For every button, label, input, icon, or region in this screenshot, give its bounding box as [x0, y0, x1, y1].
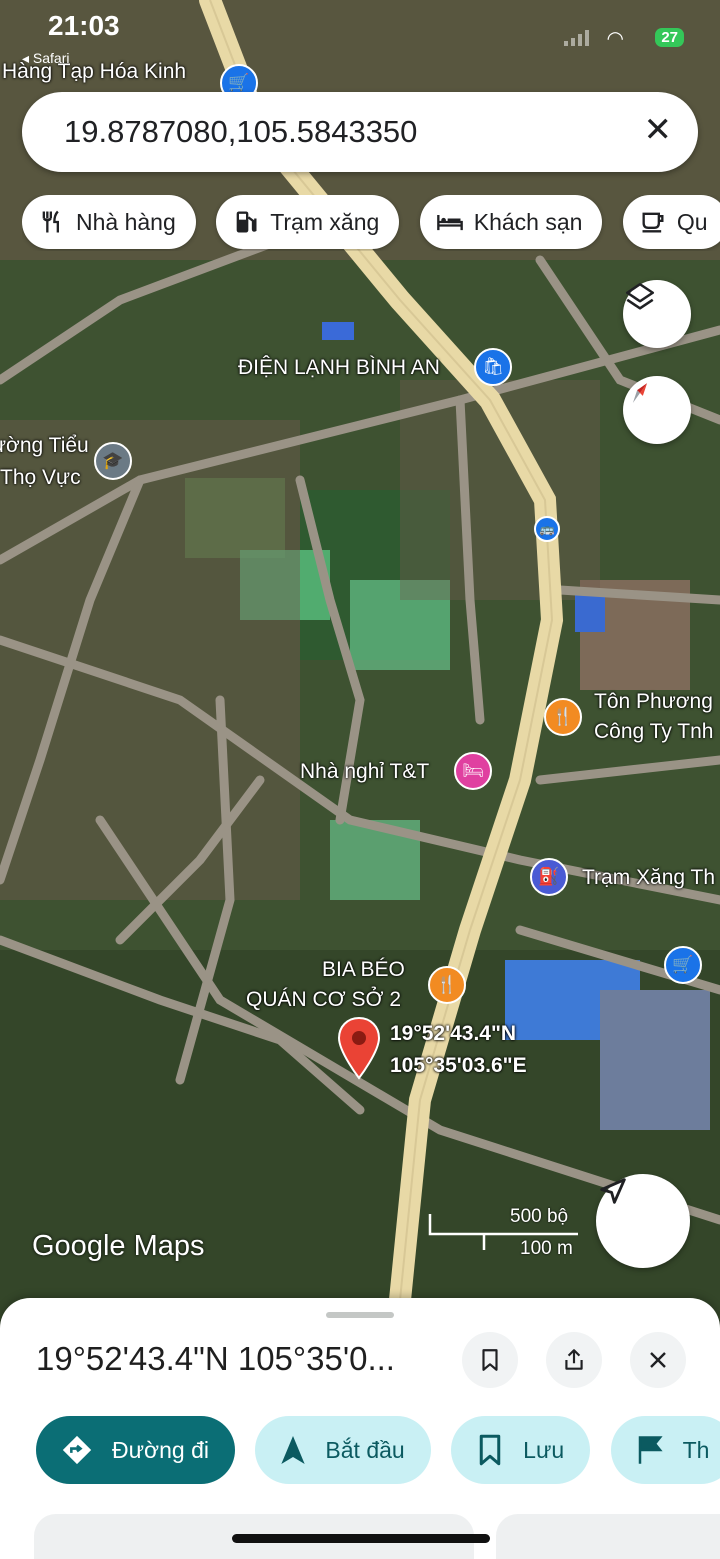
- map-label-ton-phuong-line2[interactable]: Công Ty Tnh: [594, 720, 713, 744]
- layers-icon: [625, 282, 655, 310]
- restaurant-pin-icon[interactable]: 🍴: [428, 966, 466, 1004]
- shopping-cart-pin-icon[interactable]: 🛒: [664, 946, 702, 984]
- directions-label: Đường đi: [112, 1436, 209, 1463]
- restaurant-icon: [42, 210, 59, 233]
- save-bookmark-button[interactable]: [462, 1332, 518, 1388]
- bookmark-icon: [482, 1349, 498, 1371]
- cafe-icon: [642, 212, 664, 233]
- category-chips: Nhà hàng Trạm xăng Khách sạn Qu: [22, 195, 720, 251]
- share-button[interactable]: [546, 1332, 602, 1388]
- label-button[interactable]: Th: [610, 1416, 720, 1484]
- navigation-arrow-icon: [600, 1178, 626, 1204]
- status-time: 21:03: [48, 10, 120, 41]
- search-bar[interactable]: 19.8787080,105.5843350 ✕: [22, 92, 698, 172]
- place-bottom-sheet[interactable]: 19°52'43.4"N 105°35'0... Đường đi Bắt đầ…: [0, 1298, 720, 1559]
- compass-icon: [632, 383, 648, 403]
- search-input[interactable]: 19.8787080,105.5843350: [64, 114, 417, 150]
- signal-icon: [564, 30, 589, 46]
- chip-cafes[interactable]: Qu: [622, 195, 720, 249]
- hotel-icon: [436, 215, 463, 231]
- map-label-tram-xang[interactable]: Trạm Xăng Th: [582, 866, 715, 890]
- scale-metric: 100 m: [520, 1238, 573, 1259]
- navigation-arrow-icon: [281, 1436, 306, 1464]
- wifi-icon: ◠: [606, 28, 624, 50]
- restaurant-pin-icon[interactable]: 🍴: [544, 698, 582, 736]
- gas-station-icon: [236, 211, 257, 233]
- place-title: 19°52'43.4"N 105°35'0...: [36, 1340, 395, 1377]
- start-button[interactable]: Bắt đầu: [255, 1416, 431, 1484]
- close-icon: [650, 1352, 666, 1368]
- pin-longitude: 105°35'03.6"E: [390, 1054, 527, 1077]
- chip-restaurants[interactable]: Nhà hàng: [22, 195, 196, 249]
- map-label-school-line1[interactable]: ường Tiểu: [0, 434, 89, 458]
- back-to-safari[interactable]: ◂ Safari: [22, 50, 70, 67]
- drag-handle[interactable]: [326, 1312, 394, 1318]
- map-label-ton-phuong-line1[interactable]: Tôn Phương: [594, 690, 713, 714]
- chip-label: Nhà hàng: [76, 208, 176, 235]
- chip-label: Qu: [676, 208, 708, 235]
- bus-stop-icon[interactable]: 🚌: [534, 516, 560, 542]
- gas-pump-pin-icon[interactable]: ⛽: [530, 858, 568, 896]
- map-label-nha-nghi[interactable]: Nhà nghỉ T&T: [300, 760, 429, 784]
- preview-card[interactable]: [496, 1514, 720, 1559]
- shopping-bag-icon[interactable]: 🛍: [474, 348, 512, 386]
- scale-bar: 500 bộ 100 m: [428, 1204, 588, 1264]
- layers-button[interactable]: [623, 280, 691, 348]
- clear-search-icon[interactable]: ✕: [644, 112, 673, 148]
- chip-label: Khách sạn: [473, 208, 583, 235]
- my-location-button[interactable]: [596, 1174, 690, 1268]
- compass-button[interactable]: [623, 376, 691, 444]
- start-label: Bắt đầu: [325, 1436, 405, 1463]
- chip-gas-stations[interactable]: Trạm xăng: [216, 195, 400, 249]
- home-indicator[interactable]: [232, 1534, 490, 1543]
- action-buttons: Đường đi Bắt đầu Lưu Th: [36, 1416, 720, 1486]
- close-button[interactable]: [630, 1332, 686, 1388]
- scale-imperial: 500 bộ: [510, 1206, 569, 1227]
- school-icon[interactable]: 🎓: [94, 442, 132, 480]
- pin-latitude: 19°52'43.4"N: [390, 1022, 517, 1045]
- save-button[interactable]: Lưu: [451, 1416, 591, 1484]
- google-maps-logo: Google Maps: [32, 1230, 205, 1262]
- bookmark-icon: [479, 1434, 501, 1466]
- battery-indicator: 27: [655, 28, 684, 47]
- share-icon: [565, 1349, 583, 1370]
- status-bar: 21:03 ◂ Safari ◠ 27: [0, 0, 720, 66]
- location-pin-icon[interactable]: [336, 1016, 382, 1080]
- chip-hotels[interactable]: Khách sạn: [419, 195, 603, 249]
- map-label-bia-line2[interactable]: QUÁN CƠ SỞ 2: [246, 988, 401, 1012]
- bed-icon[interactable]: 🛏: [454, 752, 492, 790]
- chip-label: Trạm xăng: [270, 208, 380, 235]
- flag-icon: [638, 1436, 663, 1464]
- directions-button[interactable]: Đường đi: [36, 1416, 235, 1484]
- map-label-bia-line1[interactable]: BIA BÉO: [322, 958, 405, 982]
- map-label-school-line2[interactable]: Thọ Vực: [0, 466, 81, 490]
- label-label: Th: [682, 1436, 710, 1463]
- directions-icon: [62, 1435, 92, 1465]
- map-label-dien-lanh[interactable]: ĐIỆN LẠNH BÌNH AN: [238, 356, 440, 380]
- save-label: Lưu: [523, 1436, 565, 1463]
